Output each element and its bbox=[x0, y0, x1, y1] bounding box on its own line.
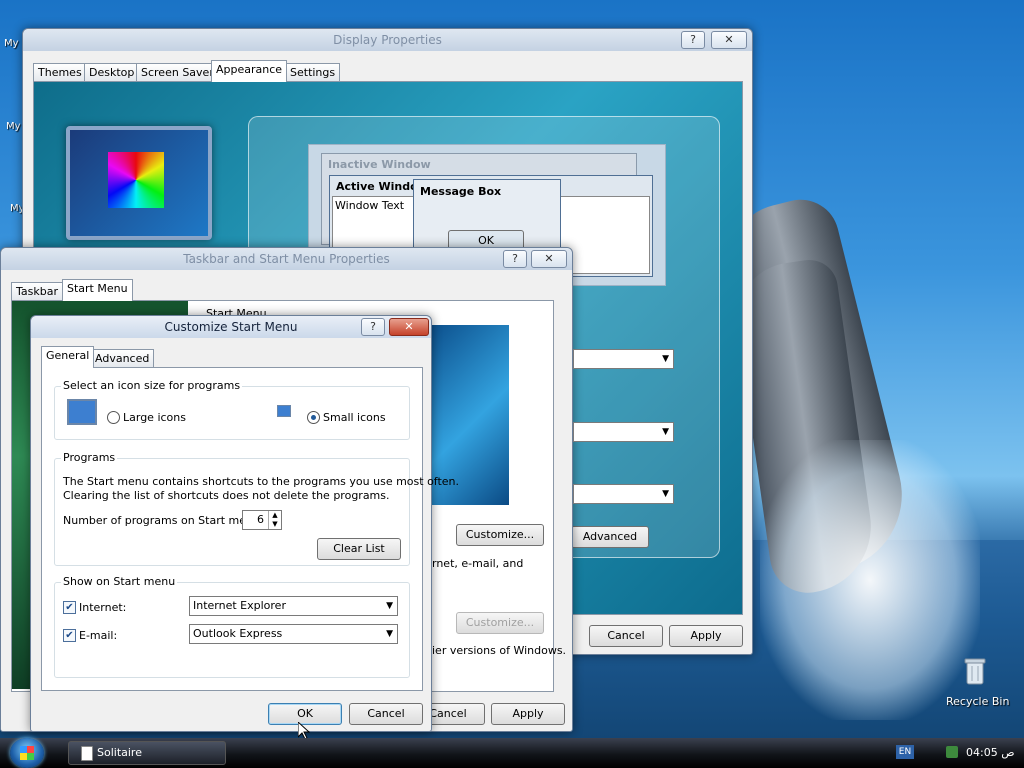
tab-screen-saver[interactable]: Screen Saver bbox=[136, 63, 219, 82]
small-icons-icon bbox=[277, 405, 291, 417]
monitor-icon bbox=[66, 126, 212, 240]
customize-titlebar[interactable]: Customize Start Menu ? ✕ bbox=[31, 316, 431, 338]
tab-start-menu[interactable]: Start Menu bbox=[62, 279, 133, 301]
programs-legend: Programs bbox=[61, 451, 118, 464]
appearance-combo-3[interactable]: ▼ bbox=[573, 484, 674, 504]
tab-taskbar[interactable]: Taskbar bbox=[11, 282, 63, 301]
show-on-start-group: Show on Start menu ✔ Internet: Internet … bbox=[54, 575, 410, 678]
water-splash bbox=[760, 440, 980, 720]
desktop-icon-my-1[interactable]: My bbox=[4, 38, 19, 49]
small-icons-radio[interactable] bbox=[307, 411, 320, 424]
taskbar-task-solitaire[interactable]: Solitaire bbox=[68, 741, 226, 765]
large-icons-label[interactable]: Large icons bbox=[123, 411, 186, 424]
programs-count-label: Number of programs on Start menu: bbox=[63, 514, 264, 527]
help-button[interactable]: ? bbox=[361, 318, 385, 336]
recycle-bin-label: Recycle Bin bbox=[946, 695, 1010, 708]
programs-count-value[interactable]: 6 bbox=[257, 513, 264, 526]
email-combo[interactable]: Outlook Express ▼ bbox=[189, 624, 398, 644]
appearance-combo-2[interactable]: ▼ bbox=[573, 422, 674, 442]
start-menu-description-2: ier versions of Windows. bbox=[432, 644, 567, 657]
programs-count-spinner[interactable]: 6 ▲ ▼ bbox=[242, 510, 282, 530]
preview-active-title: Active Windo bbox=[336, 180, 418, 193]
taskbar-apply-button[interactable]: Apply bbox=[491, 703, 565, 725]
customize-button[interactable]: Customize... bbox=[456, 524, 544, 546]
clear-list-button[interactable]: Clear List bbox=[317, 538, 401, 560]
programs-group: Programs The Start menu contains shortcu… bbox=[54, 451, 459, 566]
display-properties-title: Display Properties bbox=[333, 33, 442, 47]
small-icons-label[interactable]: Small icons bbox=[323, 411, 386, 424]
tab-desktop[interactable]: Desktop bbox=[84, 63, 140, 82]
display-cancel-button[interactable]: Cancel bbox=[589, 625, 663, 647]
tab-themes[interactable]: Themes bbox=[33, 63, 87, 82]
language-indicator[interactable]: EN bbox=[896, 745, 914, 759]
clock[interactable]: ص 04:05 bbox=[966, 746, 1015, 759]
spinner-arrows-icon[interactable]: ▲ ▼ bbox=[268, 511, 281, 529]
close-button[interactable]: ✕ bbox=[531, 250, 567, 268]
start-menu-description-1: rnet, e-mail, and bbox=[432, 557, 524, 570]
desktop-icon-my-2[interactable]: My bbox=[6, 121, 21, 132]
help-button[interactable]: ? bbox=[503, 250, 527, 268]
start-orb-icon[interactable] bbox=[10, 738, 44, 768]
programs-desc-1: The Start menu contains shortcuts to the… bbox=[63, 475, 460, 488]
large-icons-radio[interactable] bbox=[107, 411, 120, 424]
internet-checkbox[interactable]: ✔ bbox=[63, 601, 76, 614]
tab-general[interactable]: General bbox=[41, 346, 95, 368]
taskbar-properties-titlebar[interactable]: Taskbar and Start Menu Properties ? ✕ bbox=[1, 248, 572, 270]
large-icons-icon bbox=[67, 399, 97, 425]
close-button[interactable]: ✕ bbox=[711, 31, 747, 49]
icon-size-group: Select an icon size for programs Large i… bbox=[54, 379, 410, 440]
internet-combo[interactable]: Internet Explorer ▼ bbox=[189, 596, 398, 616]
programs-desc-2: Clearing the list of shortcuts does not … bbox=[63, 489, 390, 502]
icon-size-legend: Select an icon size for programs bbox=[61, 379, 243, 392]
taskbar-task-label: Solitaire bbox=[97, 746, 142, 759]
general-panel: Select an icon size for programs Large i… bbox=[41, 367, 459, 691]
display-properties-titlebar[interactable]: Display Properties ? ✕ bbox=[23, 29, 752, 51]
customize-classic-button: Customize... bbox=[456, 612, 544, 634]
tab-appearance[interactable]: Appearance bbox=[211, 60, 288, 82]
email-label: E-mail: bbox=[79, 629, 118, 642]
tab-advanced[interactable]: Advanced bbox=[90, 349, 155, 368]
appearance-combo-1[interactable]: ▼ bbox=[573, 349, 674, 369]
internet-label: Internet: bbox=[79, 601, 127, 614]
tab-settings[interactable]: Settings bbox=[285, 63, 341, 82]
taskbar-properties-title: Taskbar and Start Menu Properties bbox=[183, 252, 390, 266]
display-apply-button[interactable]: Apply bbox=[669, 625, 743, 647]
taskbar: Solitaire EN ص 04:05 bbox=[0, 738, 1024, 768]
preview-inactive-title: Inactive Window bbox=[328, 158, 431, 171]
solitaire-icon bbox=[81, 746, 93, 761]
advanced-button[interactable]: Advanced bbox=[571, 526, 649, 548]
customize-start-menu-dialog: Customize Start Menu ? ✕ General Advance… bbox=[30, 315, 459, 732]
preview-msgbox-title: Message Box bbox=[420, 185, 502, 198]
help-button[interactable]: ? bbox=[681, 31, 705, 49]
preview-window-text: Window Text bbox=[335, 199, 405, 212]
close-button[interactable]: ✕ bbox=[389, 318, 429, 336]
show-on-start-legend: Show on Start menu bbox=[61, 575, 178, 588]
network-tray-icon[interactable] bbox=[946, 746, 958, 758]
customize-cancel-button[interactable]: Cancel bbox=[349, 703, 423, 725]
recycle-bin-icon[interactable] bbox=[962, 656, 988, 686]
email-checkbox[interactable]: ✔ bbox=[63, 629, 76, 642]
